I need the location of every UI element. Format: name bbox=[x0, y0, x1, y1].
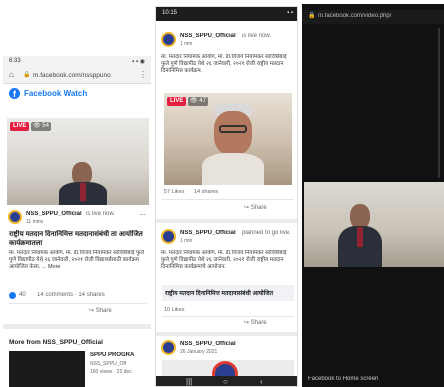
share-icon: ↪ bbox=[89, 308, 95, 314]
page-avatar[interactable] bbox=[161, 229, 176, 244]
shares-count: 14 shares bbox=[194, 189, 219, 195]
phone-2-screen: 10:15 ▪ ▪ NSS_SPPU_Official is live now.… bbox=[155, 6, 298, 387]
back-icon[interactable]: ‹ bbox=[260, 377, 263, 386]
related-video-views: 160 views · 22 dec bbox=[90, 369, 132, 375]
address-bar[interactable]: 🔒 m.facebook.com/video.php/ bbox=[302, 10, 444, 24]
post2-time: 1 min bbox=[180, 238, 193, 244]
phone-1-screen: 6:33 ▪ ▪ ◉ ⌂ 🔒 m.facebook.com/nssppuno ⋮… bbox=[3, 56, 151, 387]
post3-author[interactable]: NSS_SPPU_Official bbox=[180, 341, 260, 347]
recent-apps-icon[interactable]: ||| bbox=[186, 377, 192, 386]
status-time: 10:15 bbox=[162, 10, 178, 16]
viewer-count: 👁 54 bbox=[31, 122, 51, 131]
comment-share-count: 14 comments · 14 shares bbox=[37, 292, 105, 298]
add-to-home-banner[interactable]: Facebook to Home screen bbox=[308, 376, 438, 382]
status-bar: 10:15 ▪ ▪ bbox=[156, 7, 297, 21]
menu-icon[interactable]: ⋮ bbox=[139, 70, 147, 79]
share-icon: ↪ bbox=[244, 205, 250, 211]
page-avatar[interactable] bbox=[161, 32, 176, 47]
share-button[interactable]: ↪ Share bbox=[244, 204, 284, 214]
home-button-icon[interactable]: ○ bbox=[223, 377, 228, 386]
section-divider bbox=[156, 219, 297, 223]
post-meta: is live now. bbox=[86, 211, 116, 217]
share2-button[interactable]: ↪ Share bbox=[244, 319, 284, 329]
share-label: Share bbox=[95, 308, 112, 314]
like-reaction-icon bbox=[9, 292, 16, 299]
speaker-figure bbox=[59, 162, 107, 205]
scroll-indicator[interactable] bbox=[438, 28, 440, 178]
share-label: Share bbox=[250, 205, 267, 211]
divider bbox=[162, 316, 294, 317]
post-body: मा. मतदार नियामक आयोग, मा. डॉ.विजय नियाम… bbox=[9, 250, 145, 270]
live-video[interactable]: LIVE 👁 47 bbox=[164, 93, 292, 185]
post2-body: मा. मतदार नियामक आयोग, मा. डॉ.विजय नियाम… bbox=[161, 250, 287, 270]
fullscreen-video[interactable] bbox=[304, 182, 444, 267]
post2-title: राष्ट्रीय मतदान दिनानिमित्त मतदानासंबंधी… bbox=[165, 291, 274, 297]
phone-3-screen: 🔒 m.facebook.com/video.php/ Facebook to … bbox=[302, 4, 444, 387]
post2-title-card[interactable]: राष्ट्रीय मतदान दिनानिमित्त मतदानासंबंधी… bbox=[162, 285, 294, 301]
live-badge: LIVE bbox=[10, 122, 30, 131]
home-icon[interactable]: ⌂ bbox=[9, 70, 14, 79]
post2-author[interactable]: NSS_SPPU_Official bbox=[180, 230, 242, 236]
status-time: 6:33 bbox=[9, 58, 21, 64]
app-title: Facebook Watch bbox=[24, 89, 88, 98]
post-author[interactable]: NSS_SPPU_Official bbox=[180, 33, 242, 39]
likes2-count: 10 Likes bbox=[164, 307, 185, 313]
live-badge: LIVE bbox=[167, 97, 187, 106]
reaction-count: 40 bbox=[19, 292, 26, 298]
status-icons: ▪ ▪ ◉ bbox=[132, 59, 145, 65]
divider bbox=[9, 303, 147, 304]
app-header: f Facebook Watch bbox=[3, 86, 151, 102]
related-video-author: NSS_SPPU_Off bbox=[90, 361, 127, 367]
post-time: 1 min bbox=[180, 41, 193, 47]
post-time: 11 mins bbox=[26, 219, 44, 225]
section-divider bbox=[156, 332, 297, 336]
facebook-logo-icon: f bbox=[9, 88, 20, 99]
related-video-title[interactable]: SPPU PROGRA bbox=[90, 352, 148, 358]
status-bar: 6:33 ▪ ▪ ◉ bbox=[3, 56, 151, 68]
post-author[interactable]: NSS_SPPU_Official bbox=[26, 211, 86, 217]
speaker-figure bbox=[202, 103, 264, 185]
page-avatar[interactable] bbox=[8, 210, 22, 224]
post3-time: 26 January 2021 bbox=[180, 349, 218, 355]
speaker-figure bbox=[338, 204, 382, 267]
viewer-count: 👁 47 bbox=[188, 97, 208, 106]
post-body: मा. मतदार नियामक आयोग, मा. डॉ.विजय नियाम… bbox=[161, 54, 287, 74]
related-video-thumbnail[interactable] bbox=[9, 351, 85, 387]
share2-label: Share bbox=[250, 320, 267, 326]
lock-icon: 🔒 bbox=[23, 72, 31, 78]
share-button[interactable]: ↪ Share bbox=[89, 307, 129, 317]
share-icon: ↪ bbox=[244, 320, 250, 326]
post-meta: is live now. bbox=[242, 33, 272, 39]
post-title: राष्ट्रीय मतदान दिनानिमित्त मतदानासंबंधी… bbox=[9, 231, 143, 247]
address-bar[interactable]: ⌂ 🔒 m.facebook.com/nssppuno ⋮ bbox=[3, 68, 151, 84]
more-from-heading: More from NSS_SPPU_Official bbox=[9, 339, 103, 346]
lock-icon: 🔒 bbox=[308, 13, 316, 19]
live-video[interactable]: LIVE 👁 54 bbox=[7, 118, 149, 205]
likes-count: 57 Likes bbox=[164, 189, 185, 195]
page-avatar[interactable] bbox=[161, 340, 176, 355]
status-icons: ▪ ▪ bbox=[287, 10, 293, 16]
url-text: m.facebook.com/nssppuno bbox=[33, 72, 111, 79]
section-divider bbox=[3, 324, 151, 329]
url-text: m.facebook.com/video.php/ bbox=[318, 13, 392, 19]
system-nav-bar: ||| ○ ‹ bbox=[156, 376, 297, 386]
divider bbox=[162, 199, 294, 200]
post-options-icon[interactable]: ⋯ bbox=[139, 211, 146, 219]
post2-meta: planned to go live. bbox=[242, 230, 291, 236]
